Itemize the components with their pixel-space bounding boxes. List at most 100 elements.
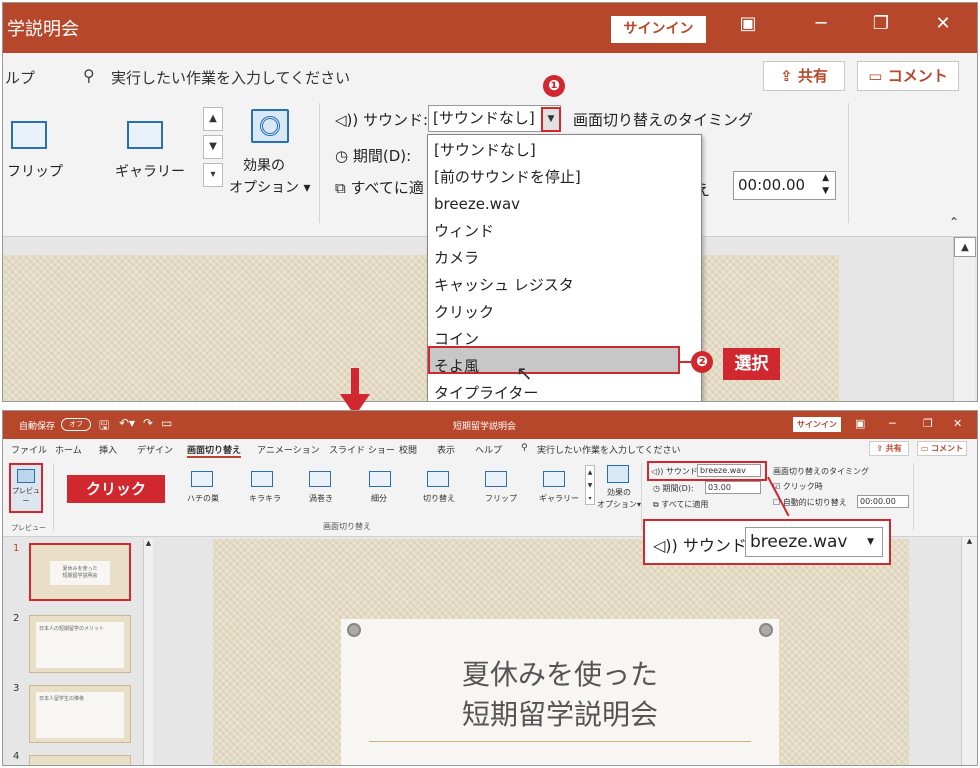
auto-time-input[interactable]: 00:00.00	[857, 495, 909, 508]
share-button[interactable]: ⇪ 共有	[763, 61, 845, 91]
tab-insert[interactable]: 挿入	[99, 443, 117, 456]
vortex-effect-icon[interactable]	[309, 471, 331, 487]
share-button[interactable]: ⇪ 共有	[869, 441, 909, 456]
scroll-up-icon[interactable]: ▲	[962, 537, 977, 545]
close-icon[interactable]: ✕	[923, 13, 963, 34]
effect-options-label-1[interactable]: 効果の	[607, 487, 631, 498]
tab-help[interactable]: ルプ	[5, 67, 35, 88]
speaker-icon: ◁))	[335, 111, 364, 129]
gallery-effect-label[interactable]: ギャラリー	[539, 493, 579, 504]
vortex-effect-label[interactable]: 渦巻き	[309, 493, 333, 504]
dropdown-item[interactable]: キャッシュ レジスタ	[434, 272, 574, 298]
scroll-up-icon[interactable]: ▲	[954, 237, 976, 257]
on-click-checkbox[interactable]: ☑ クリック時	[773, 481, 823, 492]
vertical-scrollbar[interactable]: ▲	[953, 237, 976, 401]
ribbon-display-icon[interactable]: ▣	[855, 417, 865, 430]
tell-me-input[interactable]: 実行したい作業を入力してください	[111, 67, 350, 88]
dropdown-item[interactable]: クリック	[434, 299, 494, 325]
slide-number: 4	[13, 751, 20, 762]
gallery-effect-label[interactable]: ギャラリー	[115, 161, 185, 181]
minimize-icon[interactable]: ─	[801, 13, 841, 34]
title-card: 夏休みを使った 短期留学説明会	[341, 619, 779, 765]
effect-options-label-2[interactable]: オプション ▾	[229, 177, 310, 197]
close-icon[interactable]: ✕	[953, 417, 962, 430]
autosave-toggle[interactable]: オフ	[61, 418, 91, 431]
time-spinner-icon[interactable]: ▲ ▼	[822, 172, 829, 198]
tab-design[interactable]: デザイン	[137, 443, 173, 456]
tell-me-input[interactable]: 実行したい作業を入力してください	[537, 443, 680, 456]
dropdown-item[interactable]: breeze.wav	[434, 191, 520, 217]
sound-select-zoom[interactable]: breeze.wav ▼	[745, 527, 883, 557]
gallery-effect-icon[interactable]	[543, 471, 565, 487]
slide-thumbnail-3[interactable]: 日本人留学生の推移	[29, 685, 131, 743]
main-slide: 夏休みを使った 短期留学説明会	[213, 539, 909, 765]
honeycomb-effect-label[interactable]: ハチの巣	[187, 493, 219, 504]
undo-icon[interactable]: ↶▾	[119, 416, 135, 430]
gallery-effect-icon[interactable]	[127, 121, 163, 149]
effect-options-icon[interactable]	[607, 465, 629, 483]
switch-effect-icon[interactable]	[427, 471, 449, 487]
signin-button[interactable]: サインイン	[611, 16, 706, 43]
present-icon[interactable]: ▭	[161, 416, 172, 430]
dropdown-item[interactable]: コイン	[434, 326, 479, 352]
collapse-ribbon-icon[interactable]: ⌃	[949, 215, 959, 229]
tab-help[interactable]: ヘルプ	[475, 443, 502, 456]
duration-input[interactable]: 03.00	[705, 481, 761, 494]
slide-thumbnail-4[interactable]	[29, 755, 131, 765]
search-icon[interactable]: ⚲	[521, 443, 528, 453]
minimize-icon[interactable]: ─	[889, 417, 896, 430]
dropdown-item[interactable]: [前のサウンドを停止]	[434, 164, 581, 190]
glitter-effect-icon[interactable]	[251, 471, 273, 487]
redo-icon[interactable]: ↷	[143, 416, 153, 430]
ribbon-display-icon[interactable]: ▣	[728, 13, 768, 34]
dropdown-item[interactable]: カメラ	[434, 245, 479, 271]
slide-thumbnail-1[interactable]: 夏休みを使った 短期留学説明会	[29, 543, 131, 601]
chevron-down-icon[interactable]: ▼	[867, 528, 874, 556]
transitions-group-label: 画面切り替え	[323, 522, 371, 531]
duration-label: ◷ 期間(D):	[653, 484, 694, 493]
flip-effect-label[interactable]: フリップ	[7, 161, 63, 181]
restore-icon[interactable]: ❐	[861, 13, 901, 34]
honeycomb-effect-icon[interactable]	[191, 471, 213, 487]
thumbnail-scrollbar[interactable]: ▲	[143, 539, 153, 765]
comment-button[interactable]: ▭ コメント	[917, 441, 967, 456]
comment-button[interactable]: ▭ コメント	[857, 61, 959, 91]
effect-options-icon[interactable]	[251, 109, 289, 143]
effect-options-label-2[interactable]: オプション▾	[597, 499, 641, 510]
sound-dropdown-arrow[interactable]: ▼	[541, 107, 561, 132]
tab-review[interactable]: 校閲	[399, 443, 417, 456]
flip-effect-label[interactable]: フリップ	[485, 493, 517, 504]
gallery-more-button[interactable]: ▾	[203, 163, 223, 187]
vertical-scrollbar[interactable]: ▲	[961, 537, 977, 765]
shred-effect-label[interactable]: 細分	[371, 493, 387, 504]
tab-home[interactable]: ホーム	[55, 443, 82, 456]
gallery-scroll-down[interactable]: ▼	[203, 135, 223, 159]
gallery-scroll-up[interactable]: ▲	[203, 107, 223, 131]
dropdown-item[interactable]: ウィンド	[434, 218, 494, 244]
flip-effect-icon[interactable]	[11, 121, 47, 149]
apply-all-button[interactable]: ⧉ すべてに適用	[653, 499, 708, 510]
effect-options-label-1[interactable]: 効果の	[243, 155, 285, 175]
dropdown-item-selected[interactable]: そよ風	[434, 353, 479, 379]
switch-effect-label[interactable]: 切り替え	[423, 493, 455, 504]
slide-thumbnail-2[interactable]: 日本人の短期留学のメリット	[29, 615, 131, 673]
flip-effect-icon[interactable]	[485, 471, 507, 487]
slide-title-line-1: 夏休みを使った	[461, 658, 658, 691]
shred-effect-icon[interactable]	[369, 471, 391, 487]
tab-view[interactable]: 表示	[437, 443, 455, 456]
gallery-scroll[interactable]: ▲ ▼ ▾	[585, 465, 595, 505]
tab-transitions[interactable]: 画面切り替え	[187, 443, 242, 458]
restore-icon[interactable]: ❐	[923, 417, 933, 430]
dropdown-item[interactable]: [サウンドなし]	[434, 137, 536, 163]
apply-all-button[interactable]: ⧉ すべてに適	[335, 177, 424, 198]
tab-animations[interactable]: アニメーション	[257, 443, 320, 456]
preview-button[interactable]: プレビュー	[9, 463, 43, 513]
advance-time-input[interactable]: 00:00.00 ▲ ▼	[733, 171, 836, 200]
glitter-effect-label[interactable]: キラキラ	[249, 493, 281, 504]
search-icon[interactable]: ⚲	[83, 66, 95, 85]
signin-button[interactable]: サインイン	[793, 417, 841, 432]
tab-slideshow[interactable]: スライド ショー	[329, 443, 395, 456]
sound-select[interactable]: breeze.wav	[697, 464, 761, 477]
tab-file[interactable]: ファイル	[11, 443, 47, 456]
save-icon[interactable]: 🖫	[99, 416, 109, 437]
